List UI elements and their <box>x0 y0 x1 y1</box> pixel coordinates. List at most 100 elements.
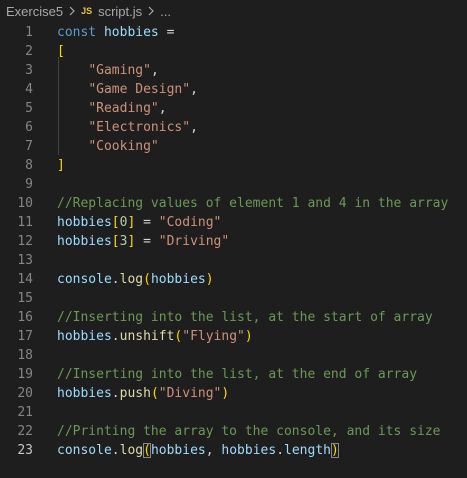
code-token: , <box>205 443 222 458</box>
code-text: console.log(hobbies, hobbies.length) <box>57 443 339 458</box>
code-line[interactable]: 8] <box>0 156 467 175</box>
code-line[interactable]: 13 <box>0 251 467 270</box>
line-number: 14 <box>17 272 33 287</box>
code-line[interactable]: 1 const hobbies = <box>0 23 467 42</box>
code-token: "Driving" <box>158 234 230 249</box>
code-line[interactable]: 3 "Gaming", <box>0 61 467 80</box>
line-number: 7 <box>25 139 33 154</box>
breadcrumb-file[interactable]: script.js <box>98 4 142 19</box>
line-number: 16 <box>17 310 33 325</box>
code-token: console <box>57 443 112 458</box>
code-text: "Reading", <box>57 101 166 116</box>
chevron-right-icon <box>147 5 155 17</box>
code-token: length <box>284 443 331 458</box>
code-token: ) <box>205 272 214 287</box>
code-token: ) <box>221 386 230 401</box>
code-token: "Gaming" <box>88 63 151 78</box>
code-token: , <box>150 63 159 78</box>
breadcrumb: Exercise5 JS script.js ... <box>0 0 467 22</box>
line-number: 12 <box>17 234 33 249</box>
code-line[interactable]: 16 //Inserting into the list, at the star… <box>0 308 467 327</box>
line-number: 5 <box>25 101 33 116</box>
line-number: 22 <box>17 424 33 439</box>
code-text: //Inserting into the list, at the start … <box>57 310 433 325</box>
code-token: hobbies <box>57 234 112 249</box>
code-text: //Printing the array to the console, and… <box>57 424 441 439</box>
code-line[interactable]: 19 //Inserting into the list, at the end … <box>0 365 467 384</box>
code-token: "Diving" <box>158 386 222 401</box>
code-token: //Inserting into the list, at the end of… <box>57 367 418 382</box>
breadcrumb-symbols[interactable]: ... <box>160 4 171 19</box>
code-line[interactable]: 20 hobbies.push("Diving") <box>0 384 467 403</box>
code-text: "Gaming", <box>57 63 159 78</box>
code-line[interactable]: 23 console.log(hobbies, hobbies.length) <box>0 441 467 460</box>
code-token: "Electronics" <box>88 120 191 135</box>
code-text: //Replacing values of element 1 and 4 in… <box>57 196 448 211</box>
line-number: 4 <box>25 82 33 97</box>
code-line[interactable]: 17 hobbies.unshift("Flying") <box>0 327 467 346</box>
code-line[interactable]: 15 <box>0 289 467 308</box>
code-token: push <box>119 386 151 401</box>
code-token: [ <box>57 44 65 59</box>
code-line[interactable]: 5 "Reading", <box>0 99 467 118</box>
line-number: 10 <box>17 196 33 211</box>
code-token: [ <box>111 215 120 230</box>
code-token: ( <box>143 443 151 458</box>
code-line[interactable]: 21 <box>0 403 467 422</box>
code-token: hobbies <box>57 386 112 401</box>
code-token: "Reading" <box>88 101 159 116</box>
code-line[interactable]: 7 "Cooking" <box>0 137 467 156</box>
code-line[interactable]: 9 <box>0 175 467 194</box>
code-token: hobbies <box>150 443 206 458</box>
code-token: log <box>119 443 144 458</box>
line-number: 13 <box>17 253 33 268</box>
code-token: "Coding" <box>158 215 222 230</box>
code-line[interactable]: 6 "Electronics", <box>0 118 467 137</box>
code-token: ) <box>330 443 339 458</box>
line-number: 23 <box>17 443 33 458</box>
code-token: "Flying" <box>182 329 245 344</box>
line-number: 6 <box>25 120 33 135</box>
code-token: console <box>57 272 112 287</box>
code-token: ( <box>150 386 159 401</box>
code-text: hobbies[3] = "Driving" <box>57 234 229 249</box>
line-number: 3 <box>25 63 33 78</box>
chevron-right-icon <box>68 5 76 17</box>
code-text: hobbies[0] = "Coding" <box>57 215 221 230</box>
code-editor[interactable]: 1 const hobbies = 2[3 "Gaming", 4 "Game Des… <box>0 22 467 478</box>
code-text: ] <box>57 158 65 173</box>
code-text: const hobbies = <box>57 25 174 40</box>
code-token: ) <box>244 329 253 344</box>
code-line[interactable]: 12 hobbies[3] = "Driving" <box>0 232 467 251</box>
line-number: 21 <box>17 405 33 420</box>
code-token: //Inserting into the list, at the start … <box>57 310 433 325</box>
code-line[interactable]: 22 //Printing the array to the console, a… <box>0 422 467 441</box>
code-token: . <box>111 329 120 344</box>
line-number: 17 <box>17 329 33 344</box>
line-number: 9 <box>25 177 33 192</box>
code-text: "Cooking" <box>57 139 159 154</box>
line-number: 11 <box>17 215 33 230</box>
code-token: . <box>111 443 120 458</box>
line-number: 15 <box>17 291 33 306</box>
code-token: , <box>190 82 198 97</box>
code-token: "Cooking" <box>88 139 159 154</box>
code-token: //Printing the array to the console, and… <box>57 424 441 439</box>
breadcrumb-folder[interactable]: Exercise5 <box>6 4 63 19</box>
code-line[interactable]: 4 "Game Design", <box>0 80 467 99</box>
code-token: hobbies <box>150 272 206 287</box>
code-line[interactable]: 14 console.log(hobbies) <box>0 270 467 289</box>
code-line[interactable]: 2[ <box>0 42 467 61</box>
code-line[interactable]: 10 //Replacing values of element 1 and 4 … <box>0 194 467 213</box>
code-text: console.log(hobbies) <box>57 272 214 287</box>
code-line[interactable]: 11 hobbies[0] = "Coding" <box>0 213 467 232</box>
line-number: 2 <box>25 44 33 59</box>
code-token: = <box>135 215 159 230</box>
code-token: . <box>111 272 120 287</box>
code-line[interactable]: 18 <box>0 346 467 365</box>
